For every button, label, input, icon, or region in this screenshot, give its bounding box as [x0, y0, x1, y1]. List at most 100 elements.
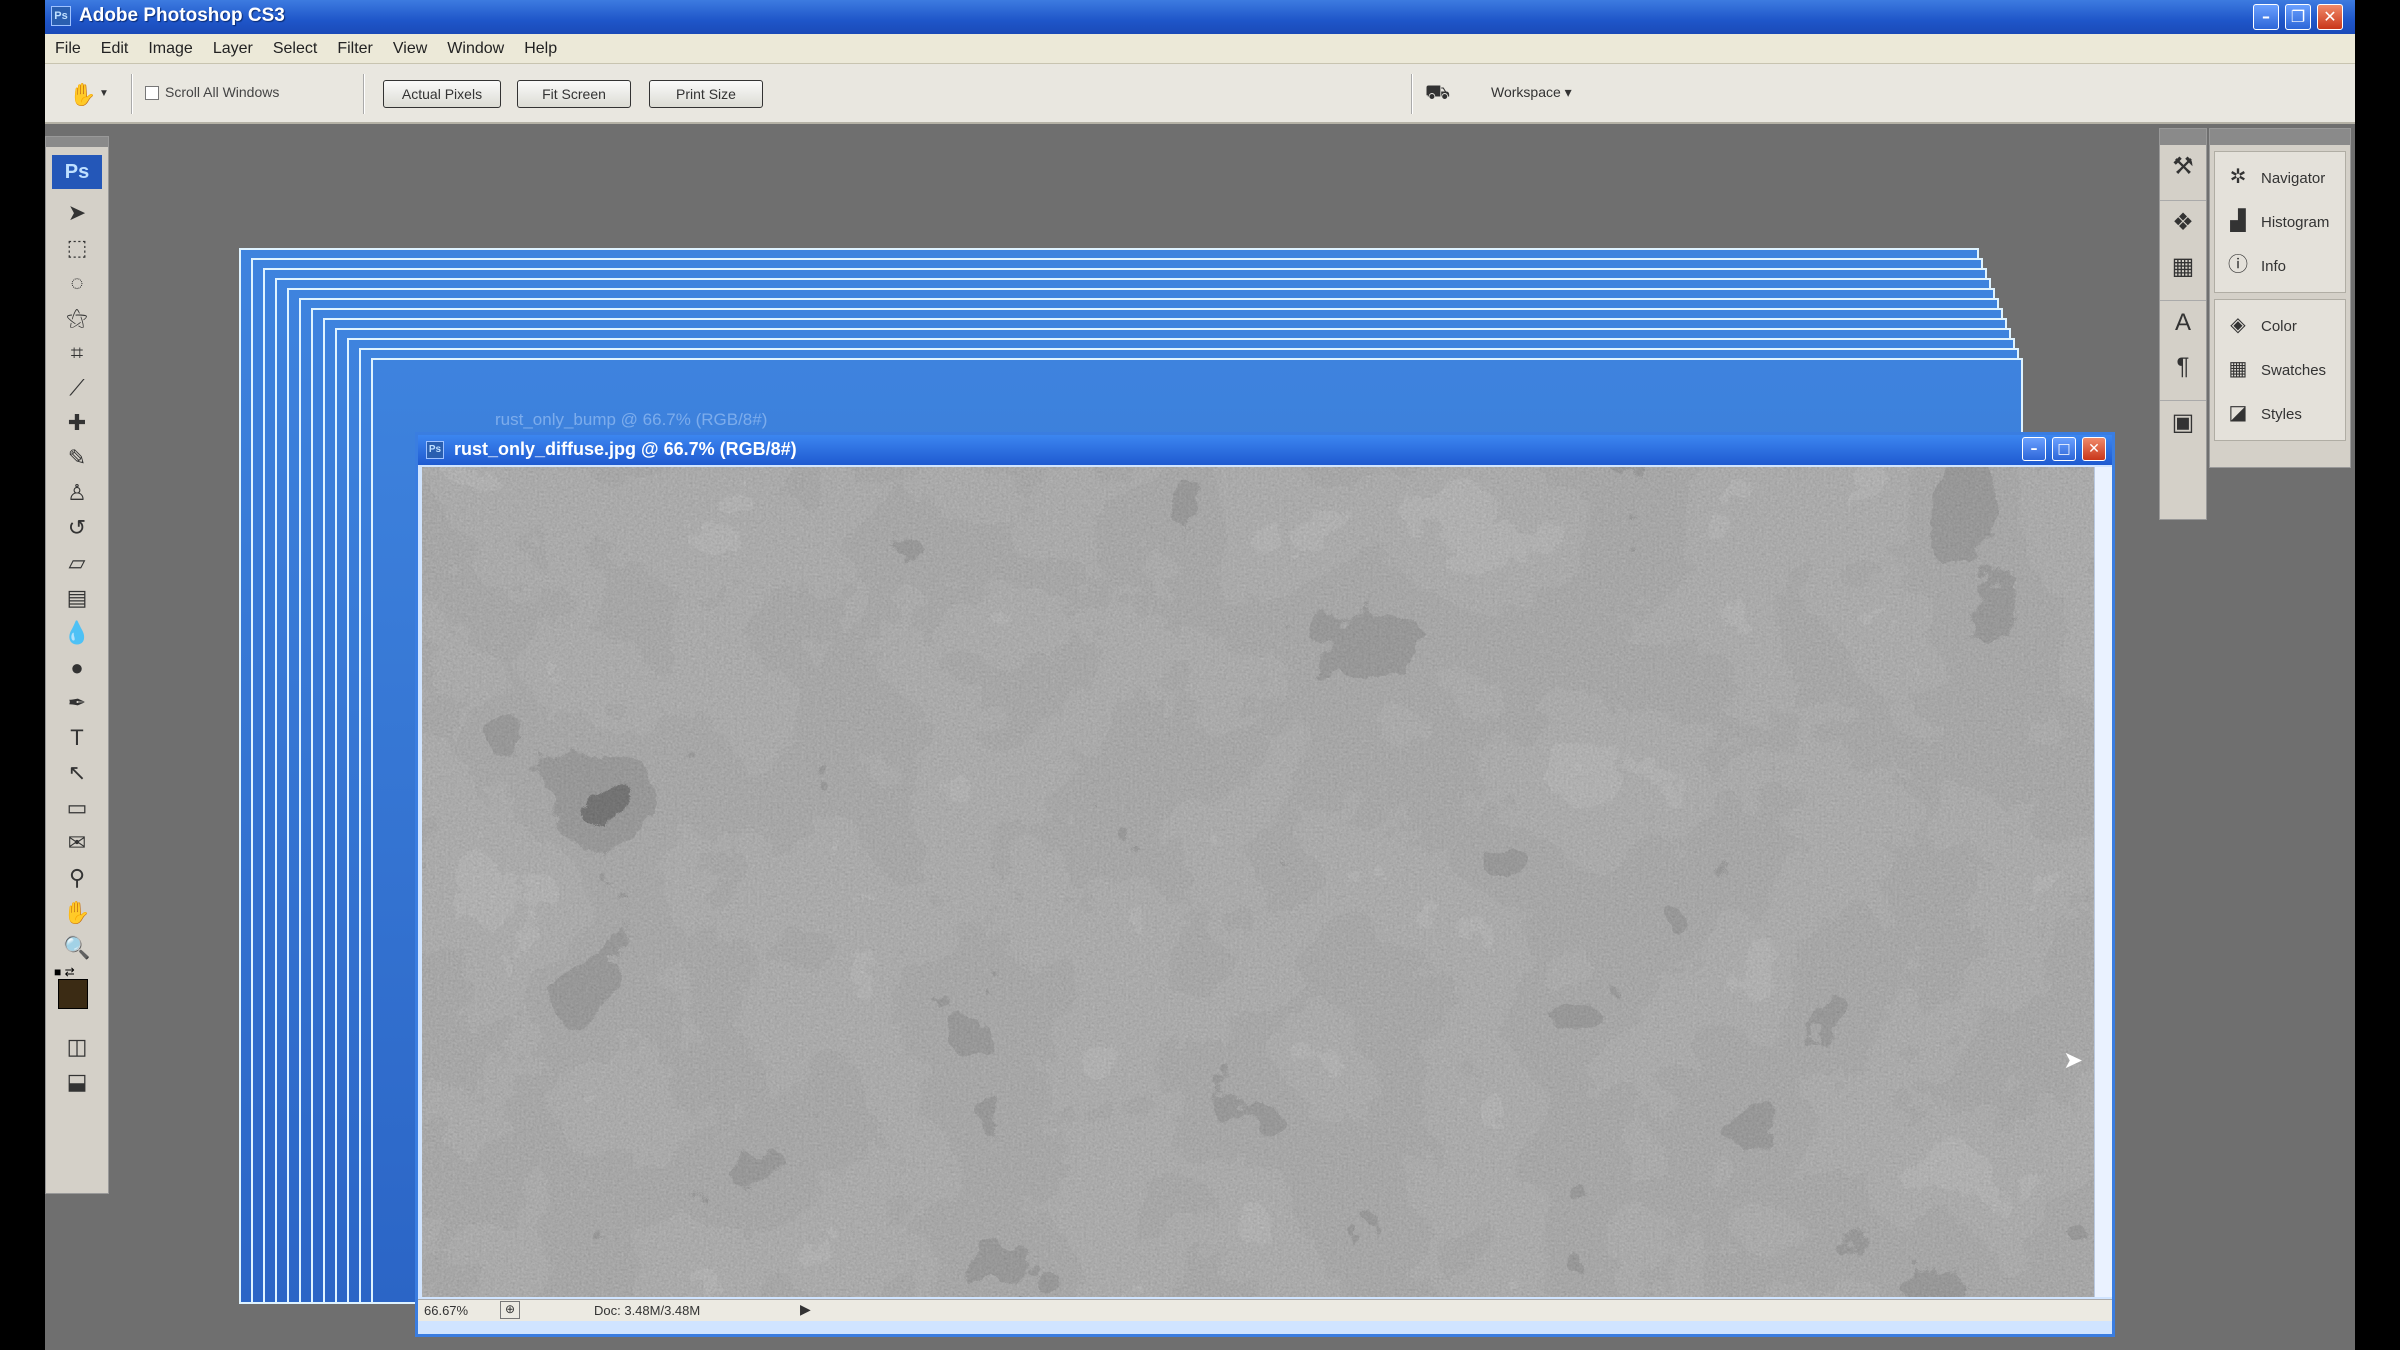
behind-document-title: rust_only_bump @ 66.7% (RGB/8#) [495, 410, 768, 429]
tools-panel: Ps ➤ ⬚ ◌ ⚝ ⌗ ⟋ ✚ ✎ ♙ ↺ ▱ ▤ 💧 ● ✒ T ↖ ▭ ✉… [45, 136, 109, 1194]
hand-icon: ✋ [69, 82, 97, 107]
move-tool-icon[interactable]: ➤ [46, 195, 108, 230]
panel-info[interactable]: ⓘ Info [2215, 244, 2345, 288]
panel-swatches[interactable]: ▦ Swatches [2215, 348, 2345, 392]
pen-tool-icon[interactable]: ✒ [46, 685, 108, 720]
default-colors-icon[interactable]: ■ ⇄ [54, 965, 75, 979]
divider [2160, 289, 2206, 301]
document-close-button[interactable]: ✕ [2082, 437, 2106, 461]
screen: Ps Adobe Photoshop CS3 – ❐ ✕ File Edit Ima… [0, 0, 2400, 1350]
channels-icon[interactable]: ▦ [2160, 245, 2206, 289]
ps-logo: Ps [52, 155, 102, 189]
layers-icon[interactable]: ❖ [2160, 201, 2206, 245]
menu-image[interactable]: Image [138, 34, 202, 58]
tool-presets-icon[interactable]: ⚒ [2160, 145, 2206, 189]
panel-styles[interactable]: ◪ Styles [2215, 392, 2345, 436]
type-tool-icon[interactable]: T [46, 720, 108, 755]
go-to-bridge-icon[interactable]: ⛟ [1425, 82, 1461, 110]
minimize-button[interactable]: – [2253, 4, 2279, 30]
ps-document-icon: Ps [426, 441, 444, 459]
eyedropper-tool-icon[interactable]: ⚲ [46, 860, 108, 895]
foreground-color-swatch[interactable] [58, 979, 88, 1009]
document-title-bar[interactable]: Ps rust_only_diffuse.jpg @ 66.7% (RGB/8#… [418, 435, 2112, 465]
color-swatches: ■ ⇄ [46, 965, 108, 1029]
paragraph-icon[interactable]: ¶ [2160, 345, 2206, 389]
magic-wand-tool-icon[interactable]: ⚝ [46, 300, 108, 335]
gradient-tool-icon[interactable]: ▤ [46, 580, 108, 615]
eraser-tool-icon[interactable]: ▱ [46, 545, 108, 580]
collapsed-panels-strip: ⚒ ❖ ▦ A ¶ ▣ [2159, 128, 2207, 520]
color-icon: ◈ [2230, 314, 2246, 336]
divider [2160, 189, 2206, 201]
photoshop-app: Ps Adobe Photoshop CS3 – ❐ ✕ File Edit Ima… [45, 0, 2355, 1350]
panel-color[interactable]: ◈ Color [2215, 304, 2345, 348]
panel-navigator[interactable]: ✲ Navigator [2215, 156, 2345, 200]
panel-label: Info [2261, 258, 2287, 275]
restore-button[interactable]: ❐ [2285, 4, 2311, 30]
menu-edit[interactable]: Edit [91, 34, 139, 58]
menu-filter[interactable]: Filter [327, 34, 383, 58]
character-icon[interactable]: A [2160, 301, 2206, 345]
close-button[interactable]: ✕ [2317, 4, 2343, 30]
menu-file[interactable]: File [45, 34, 91, 58]
scroll-all-windows-label: Scroll All Windows [165, 84, 280, 100]
swatches-icon: ▦ [2228, 358, 2248, 380]
mouse-cursor-icon: ➤ [2063, 1047, 2084, 1074]
separator [363, 74, 365, 114]
app-icon: Ps [51, 6, 71, 26]
divider [2160, 389, 2206, 401]
menu-select[interactable]: Select [263, 34, 327, 58]
menu-window[interactable]: Window [437, 34, 514, 58]
panel-label: Navigator [2261, 170, 2326, 187]
zoom-level[interactable]: 66.67% [424, 1303, 468, 1318]
document-title: rust_only_diffuse.jpg @ 66.7% (RGB/8#) [454, 439, 797, 459]
notes-tool-icon[interactable]: ✉ [46, 825, 108, 860]
panel-dock: ✲ Navigator ▟ Histogram ⓘ Info ◈ Color ▦… [2209, 128, 2351, 468]
quick-mask-icon[interactable]: ◫ [46, 1029, 108, 1064]
panel-grip[interactable] [46, 137, 108, 147]
vertical-scrollbar[interactable] [2094, 467, 2112, 1297]
document-canvas[interactable] [422, 467, 2094, 1297]
blur-tool-icon[interactable]: 💧 [46, 615, 108, 650]
brushes-icon[interactable]: ▣ [2160, 401, 2206, 445]
fit-screen-button[interactable]: Fit Screen [517, 80, 631, 108]
panel-label: Color [2261, 318, 2297, 335]
crop-tool-icon[interactable]: ⌗ [46, 335, 108, 370]
zoom-tool-icon[interactable]: 🔍 [46, 930, 108, 965]
document-window[interactable]: Ps rust_only_diffuse.jpg @ 66.7% (RGB/8#… [415, 432, 2115, 1337]
slice-tool-icon[interactable]: ⟋ [46, 370, 108, 405]
lasso-tool-icon[interactable]: ◌ [46, 265, 108, 300]
menu-view[interactable]: View [383, 34, 437, 58]
healing-brush-tool-icon[interactable]: ✚ [46, 405, 108, 440]
actual-pixels-button[interactable]: Actual Pixels [383, 80, 501, 108]
print-size-button[interactable]: Print Size [649, 80, 763, 108]
panel-grip[interactable] [2210, 129, 2350, 145]
tool-preset-picker[interactable]: ✋ ▼ [63, 78, 111, 110]
panel-label: Histogram [2261, 214, 2330, 231]
history-brush-tool-icon[interactable]: ↺ [46, 510, 108, 545]
scroll-all-windows-checkbox[interactable] [145, 86, 159, 100]
document-maximize-button[interactable]: □ [2052, 437, 2076, 461]
menu-help[interactable]: Help [514, 34, 567, 58]
shape-tool-icon[interactable]: ▭ [46, 790, 108, 825]
hand-tool-icon[interactable]: ✋ [46, 895, 108, 930]
clone-stamp-tool-icon[interactable]: ♙ [46, 475, 108, 510]
panel-label: Swatches [2261, 362, 2327, 379]
brush-tool-icon[interactable]: ✎ [46, 440, 108, 475]
styles-icon: ◪ [2228, 402, 2248, 424]
zoom-preview-icon[interactable]: ⊕ [500, 1301, 520, 1319]
window-title: Adobe Photoshop CS3 [79, 5, 285, 26]
status-menu-arrow-icon[interactable]: ▶ [800, 1301, 811, 1318]
panel-grip[interactable] [2160, 129, 2206, 145]
marquee-tool-icon[interactable]: ⬚ [46, 230, 108, 265]
workspace-menu[interactable]: Workspace ▾ [1491, 84, 1572, 101]
document-minimize-button[interactable]: – [2022, 437, 2046, 461]
menu-layer[interactable]: Layer [203, 34, 263, 58]
path-selection-tool-icon[interactable]: ↖ [46, 755, 108, 790]
separator [1411, 74, 1413, 114]
histogram-icon: ▟ [2230, 210, 2246, 232]
screen-mode-icon[interactable]: ⬓ [46, 1064, 108, 1099]
panel-histogram[interactable]: ▟ Histogram [2215, 200, 2345, 244]
info-icon: ⓘ [2228, 254, 2248, 276]
dodge-tool-icon[interactable]: ● [46, 650, 108, 685]
